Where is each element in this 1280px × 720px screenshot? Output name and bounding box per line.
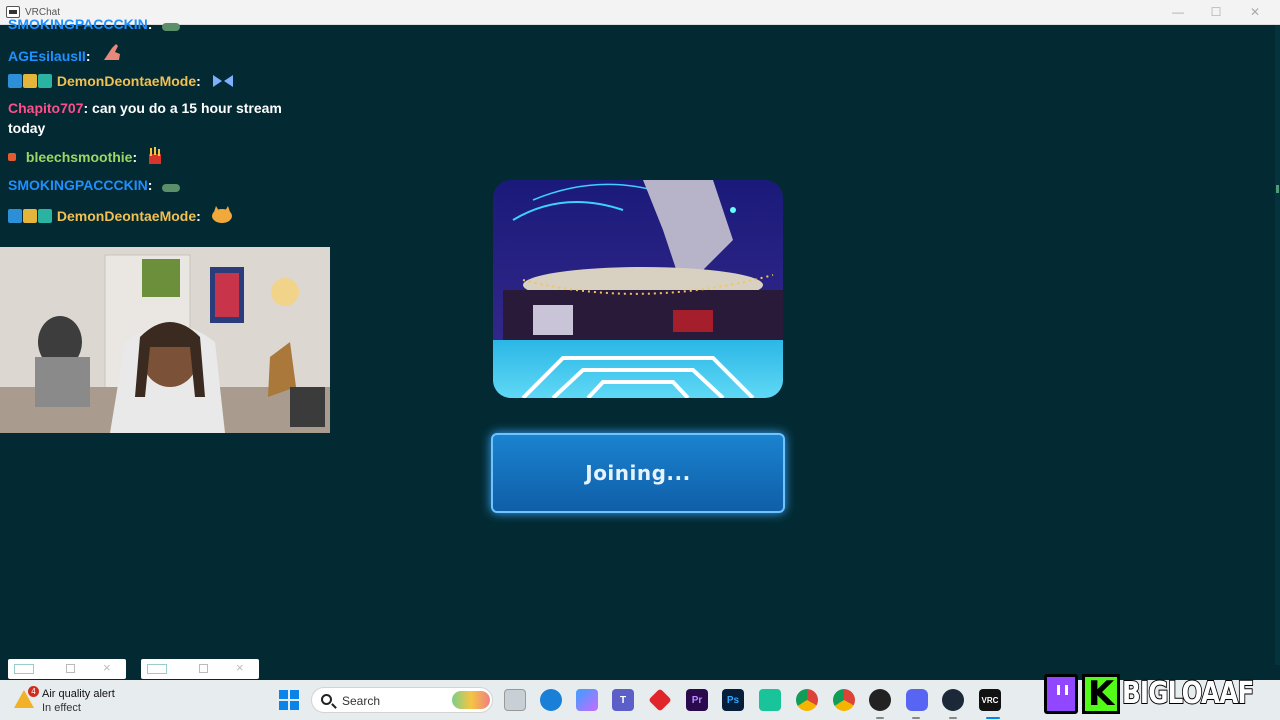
teams-icon[interactable]: T xyxy=(612,689,634,711)
restore-button[interactable] xyxy=(66,664,75,673)
file-explorer-icon[interactable] xyxy=(504,689,526,711)
photoshop-icon[interactable]: Ps xyxy=(722,689,744,711)
obs-icon[interactable] xyxy=(869,689,891,711)
running-indicator xyxy=(876,717,884,719)
minimized-window[interactable]: × xyxy=(141,659,259,679)
joining-button[interactable]: Joining... xyxy=(491,433,785,513)
copilot-icon[interactable] xyxy=(576,689,598,711)
chat-username: AGEsilausII xyxy=(8,48,86,64)
running-indicator xyxy=(949,717,957,719)
chat-username: DemonDeontaeMode xyxy=(56,208,197,224)
frog-emote-icon xyxy=(162,23,181,31)
hand-emote-icon xyxy=(104,44,121,60)
window-edge xyxy=(1275,25,1280,665)
chat-username: SMOKINGPACCCKIN xyxy=(8,177,148,193)
red-app-icon[interactable] xyxy=(648,688,672,712)
steam-icon[interactable] xyxy=(942,689,964,711)
running-indicator xyxy=(912,717,920,719)
butterfly-emote-icon xyxy=(212,75,233,87)
world-thumbnail xyxy=(493,180,783,398)
edge-icon[interactable] xyxy=(540,689,562,711)
chat-message: AGEsilausII: xyxy=(8,42,124,66)
close-icon[interactable]: × xyxy=(103,660,111,675)
twitch-icon xyxy=(1044,674,1078,714)
chat-username: DemonDeontaeMode xyxy=(56,73,197,89)
joining-label: Joining... xyxy=(585,461,691,485)
badge-icon xyxy=(38,74,52,88)
chrome-icon[interactable] xyxy=(833,689,855,711)
minimized-window[interactable]: × xyxy=(8,659,126,679)
chat-message-continuation: today xyxy=(8,118,45,138)
cat-emote-icon xyxy=(211,206,232,223)
chat-message: bleechsmoothie: xyxy=(8,147,163,167)
chat-message: SMOKINGPACCCKIN: xyxy=(8,14,181,34)
restore-button[interactable] xyxy=(199,664,208,673)
chat-username: Chapito707 xyxy=(8,100,84,116)
window-icon xyxy=(14,664,34,674)
streamer-name: BIGLOAAF xyxy=(1121,675,1255,712)
kick-icon: K xyxy=(1082,674,1120,714)
search-highlight-image xyxy=(452,691,490,709)
minimize-button[interactable]: — xyxy=(1170,4,1186,20)
active-indicator xyxy=(986,717,1000,719)
chrome-profile-icon[interactable] xyxy=(796,689,818,711)
chat-text: can you do a 15 hour stream xyxy=(92,100,282,116)
start-button[interactable] xyxy=(279,690,299,710)
badge-icon xyxy=(8,153,16,161)
search-icon xyxy=(321,694,332,705)
chat-username: bleechsmoothie xyxy=(25,149,133,165)
chat-text: today xyxy=(8,120,46,136)
badge-icon xyxy=(8,209,22,223)
alert-title: Air quality alert xyxy=(42,688,115,700)
badge-icon xyxy=(38,209,52,223)
webcam-image xyxy=(0,247,330,433)
chat-message: DemonDeontaeMode: xyxy=(8,71,235,91)
streamer-logo-overlay: K BIGLOAAF xyxy=(1040,668,1280,720)
chat-message: DemonDeontaeMode: xyxy=(8,204,233,226)
chat-username: SMOKINGPACCCKIN xyxy=(8,16,148,32)
crown-badge-icon xyxy=(23,209,37,223)
search-placeholder: Search xyxy=(342,694,381,708)
chat-message: SMOKINGPACCCKIN: xyxy=(8,175,181,195)
frog-emote-icon xyxy=(162,184,181,192)
badge-icon xyxy=(8,74,22,88)
discord-icon[interactable] xyxy=(906,689,928,711)
alert-count-badge: 4 xyxy=(28,686,39,697)
chat-message: Chapito707: can you do a 15 hour stream xyxy=(8,100,282,116)
premiere-pro-icon[interactable]: Pr xyxy=(686,689,708,711)
close-button[interactable]: ✕ xyxy=(1247,4,1263,20)
window-titlebar: VRChat — ☐ ✕ xyxy=(0,0,1280,25)
world-preview-image xyxy=(493,180,783,398)
green-app-icon[interactable] xyxy=(759,689,781,711)
taskbar-search[interactable]: Search xyxy=(311,687,493,713)
close-icon[interactable]: × xyxy=(236,660,244,675)
fries-emote-icon xyxy=(149,147,162,164)
vrchat-icon[interactable]: VRC xyxy=(979,689,1001,711)
webcam-feed xyxy=(0,247,330,433)
crown-badge-icon xyxy=(23,74,37,88)
maximize-button[interactable]: ☐ xyxy=(1208,4,1224,20)
alert-subtitle: In effect xyxy=(42,702,81,714)
window-icon xyxy=(147,664,167,674)
